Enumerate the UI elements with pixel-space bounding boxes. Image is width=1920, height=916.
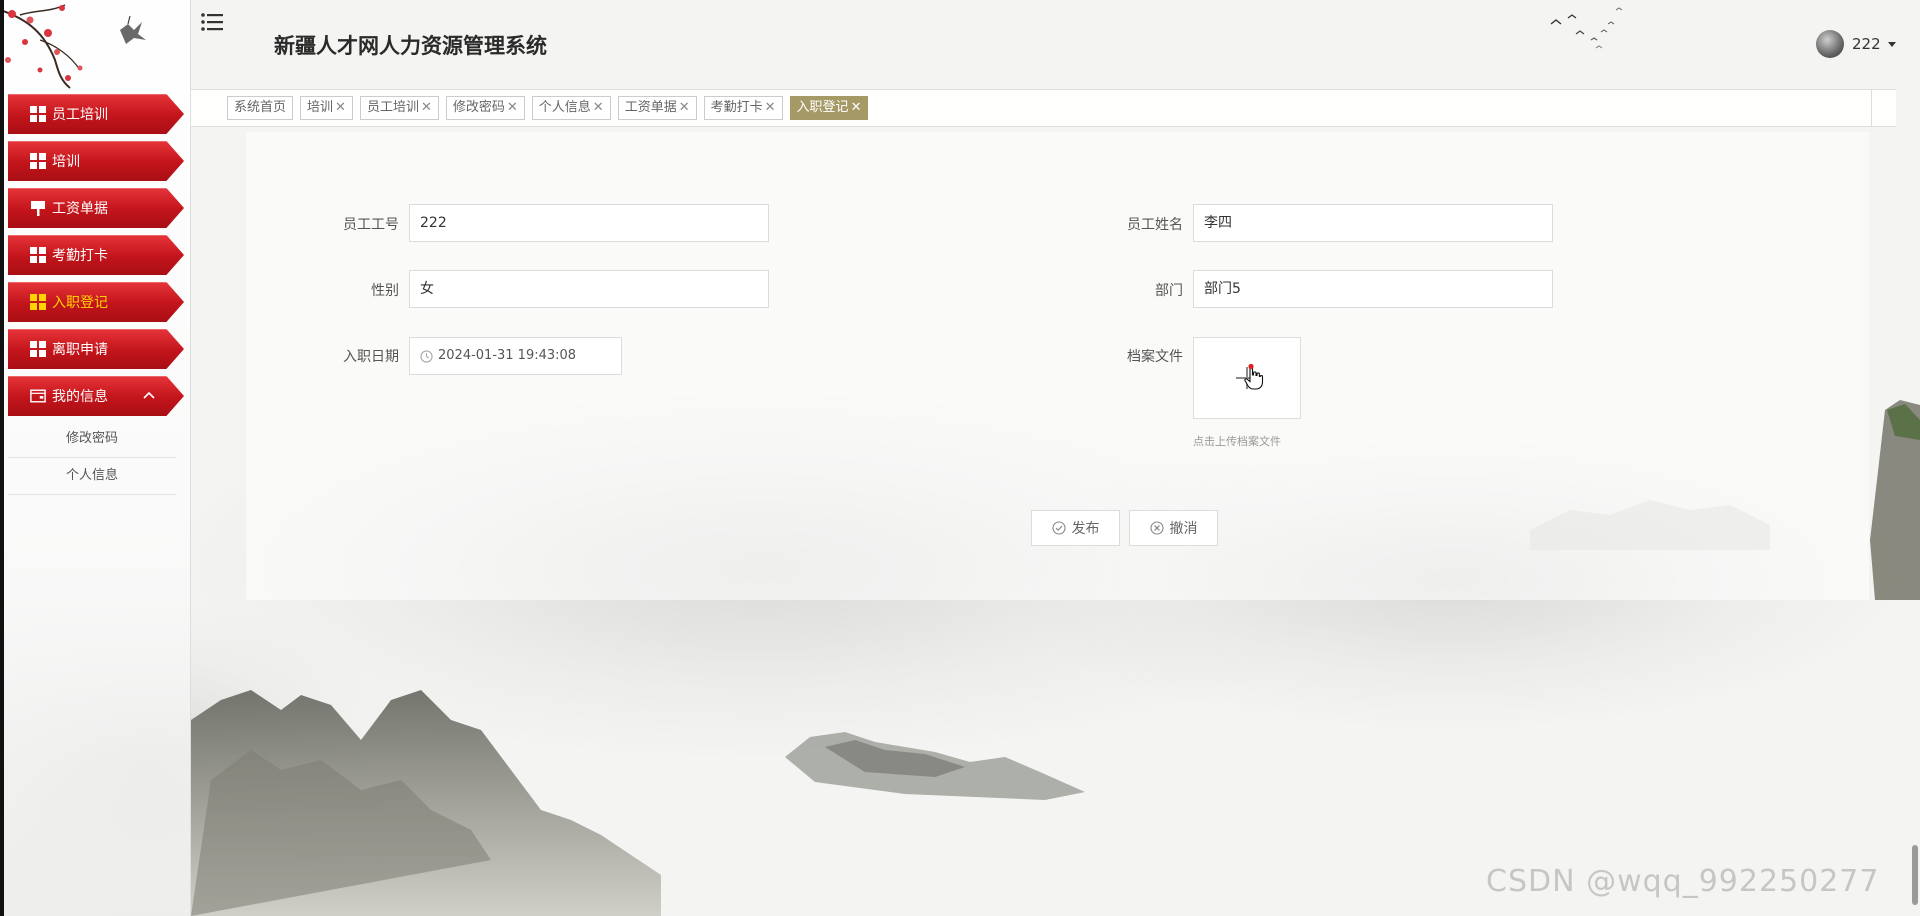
wallet-icon <box>30 388 46 404</box>
department-label: 部门 <box>1155 283 1183 299</box>
archive-file-label: 档案文件 <box>1127 349 1183 365</box>
gender-field[interactable]: 女 <box>409 270 769 308</box>
top-header: 新疆人才网人力资源管理系统 222 <box>191 0 1920 88</box>
sidebar-item-resignation[interactable]: 离职申请 <box>8 329 184 369</box>
window-left-edge <box>0 0 4 916</box>
employee-name-field[interactable]: 李四 <box>1193 204 1553 242</box>
grid-icon <box>30 106 46 122</box>
grid-icon <box>30 341 46 357</box>
sidebar-item-onboarding[interactable]: 入职登记 <box>8 282 184 322</box>
tab-employee-training[interactable]: 员工培训 ✕ <box>359 96 439 120</box>
user-name: 222 <box>1852 35 1881 53</box>
grid-icon <box>30 247 46 263</box>
sidebar-item-label: 我的信息 <box>52 389 108 405</box>
employee-name-label: 员工姓名 <box>1127 217 1183 233</box>
upload-hint: 点击上传档案文件 <box>1193 435 1281 448</box>
hire-date-picker[interactable]: 2024-01-31 19:43:08 <box>409 337 622 375</box>
hire-date-label: 入职日期 <box>343 349 399 365</box>
chevron-up-icon <box>143 391 155 399</box>
close-icon[interactable]: ✕ <box>335 97 346 119</box>
my-info-submenu: 修改密码 个人信息 <box>8 421 176 495</box>
close-icon[interactable]: ✕ <box>507 97 518 119</box>
employee-id-field[interactable]: 222 <box>409 204 769 242</box>
cliff-right-illustration <box>1870 400 1920 600</box>
gender-label: 性别 <box>371 283 399 299</box>
hand-cursor-icon <box>1244 364 1264 390</box>
grid-icon <box>30 294 46 310</box>
tab-label: 修改密码 <box>452 100 505 115</box>
mountain-left-illustration <box>191 690 661 916</box>
tab-label: 考勤打卡 <box>710 100 763 115</box>
sidebar-item-label: 入职登记 <box>52 295 108 311</box>
sidebar-item-training[interactable]: 培训 <box>8 141 184 181</box>
tab-attendance[interactable]: 考勤打卡 ✕ <box>703 96 783 120</box>
avatar <box>1816 30 1844 58</box>
menu-toggle-icon[interactable] <box>200 10 224 34</box>
grid-icon <box>30 153 46 169</box>
birds-decoration <box>1550 7 1623 49</box>
mountain-center-illustration <box>785 732 1085 800</box>
sidebar-item-my-info[interactable]: 我的信息 <box>8 376 184 416</box>
submenu-item-change-password[interactable]: 修改密码 <box>8 421 176 458</box>
tab-onboarding[interactable]: 入职登记 ✕ <box>789 96 869 120</box>
user-menu[interactable]: 222 <box>1816 30 1897 58</box>
tab-label: 员工培训 <box>366 100 419 115</box>
close-icon[interactable]: ✕ <box>421 97 432 119</box>
onboarding-form: 员工工号 222 员工姓名 李四 性别 女 部门 部门5 入职日期 2024-0… <box>246 132 1869 600</box>
publish-button[interactable]: 发布 <box>1031 510 1120 546</box>
tab-label: 培训 <box>307 100 334 115</box>
tab-list: 系统首页 培训 ✕ 员工培训 ✕ 修改密码 ✕ 个人信息 ✕ 工资单据 ✕ 考勤… <box>227 96 875 120</box>
archive-file-upload[interactable] <box>1193 337 1301 419</box>
tab-personal-info[interactable]: 个人信息 ✕ <box>531 96 611 120</box>
employee-id-label: 员工工号 <box>343 217 399 233</box>
close-icon[interactable]: ✕ <box>765 97 776 119</box>
close-icon[interactable]: ✕ <box>593 97 604 119</box>
submenu-item-personal-info[interactable]: 个人信息 <box>8 458 176 495</box>
plum-blossom-decoration <box>0 4 146 89</box>
sidebar-item-payslip[interactable]: 工资单据 <box>8 188 184 228</box>
tab-home[interactable]: 系统首页 <box>227 96 294 120</box>
tab-label: 个人信息 <box>538 100 591 115</box>
tab-label: 入职登记 <box>796 100 849 115</box>
tab-scroll-edge <box>1871 90 1896 126</box>
page-scrollbar[interactable] <box>1912 845 1918 905</box>
tab-payslip[interactable]: 工资单据 ✕ <box>617 96 697 120</box>
hire-date-value: 2024-01-31 19:43:08 <box>438 348 577 363</box>
watermark-text: CSDN @wqq_992250277 <box>1486 864 1880 899</box>
sidebar-item-label: 离职申请 <box>52 342 108 358</box>
check-circle-icon <box>1051 521 1066 535</box>
department-field[interactable]: 部门5 <box>1193 270 1553 308</box>
sidebar-item-label: 工资单据 <box>52 201 108 217</box>
sign-icon <box>30 200 46 216</box>
tab-training[interactable]: 培训 ✕ <box>300 96 353 120</box>
sidebar-menu: 员工培训 培训 工资单据 考勤打卡 入职登记 离职申请 我的信息 修改密码 个人… <box>8 94 184 495</box>
tab-label: 工资单据 <box>624 100 677 115</box>
sidebar-item-attendance[interactable]: 考勤打卡 <box>8 235 184 275</box>
clock-icon <box>420 349 433 363</box>
sidebar-item-label: 培训 <box>52 154 80 170</box>
sidebar-item-label: 考勤打卡 <box>52 248 108 264</box>
caret-down-icon <box>1887 42 1896 47</box>
cancel-button[interactable]: 撤消 <box>1129 510 1218 546</box>
sidebar-item-label: 员工培训 <box>52 107 108 123</box>
close-circle-icon <box>1149 521 1164 535</box>
publish-button-label: 发布 <box>1071 521 1100 537</box>
tab-label: 系统首页 <box>234 100 287 115</box>
sidebar: 员工培训 培训 工资单据 考勤打卡 入职登记 离职申请 我的信息 修改密码 个人… <box>0 0 191 916</box>
tab-bar: 系统首页 培训 ✕ 员工培训 ✕ 修改密码 ✕ 个人信息 ✕ 工资单据 ✕ 考勤… <box>191 89 1896 127</box>
close-icon[interactable]: ✕ <box>851 97 862 119</box>
cancel-button-label: 撤消 <box>1169 521 1198 537</box>
close-icon[interactable]: ✕ <box>679 97 690 119</box>
tab-change-password[interactable]: 修改密码 ✕ <box>445 96 525 120</box>
site-title: 新疆人才网人力资源管理系统 <box>274 34 547 58</box>
sidebar-item-employee-training[interactable]: 员工培训 <box>8 94 184 134</box>
